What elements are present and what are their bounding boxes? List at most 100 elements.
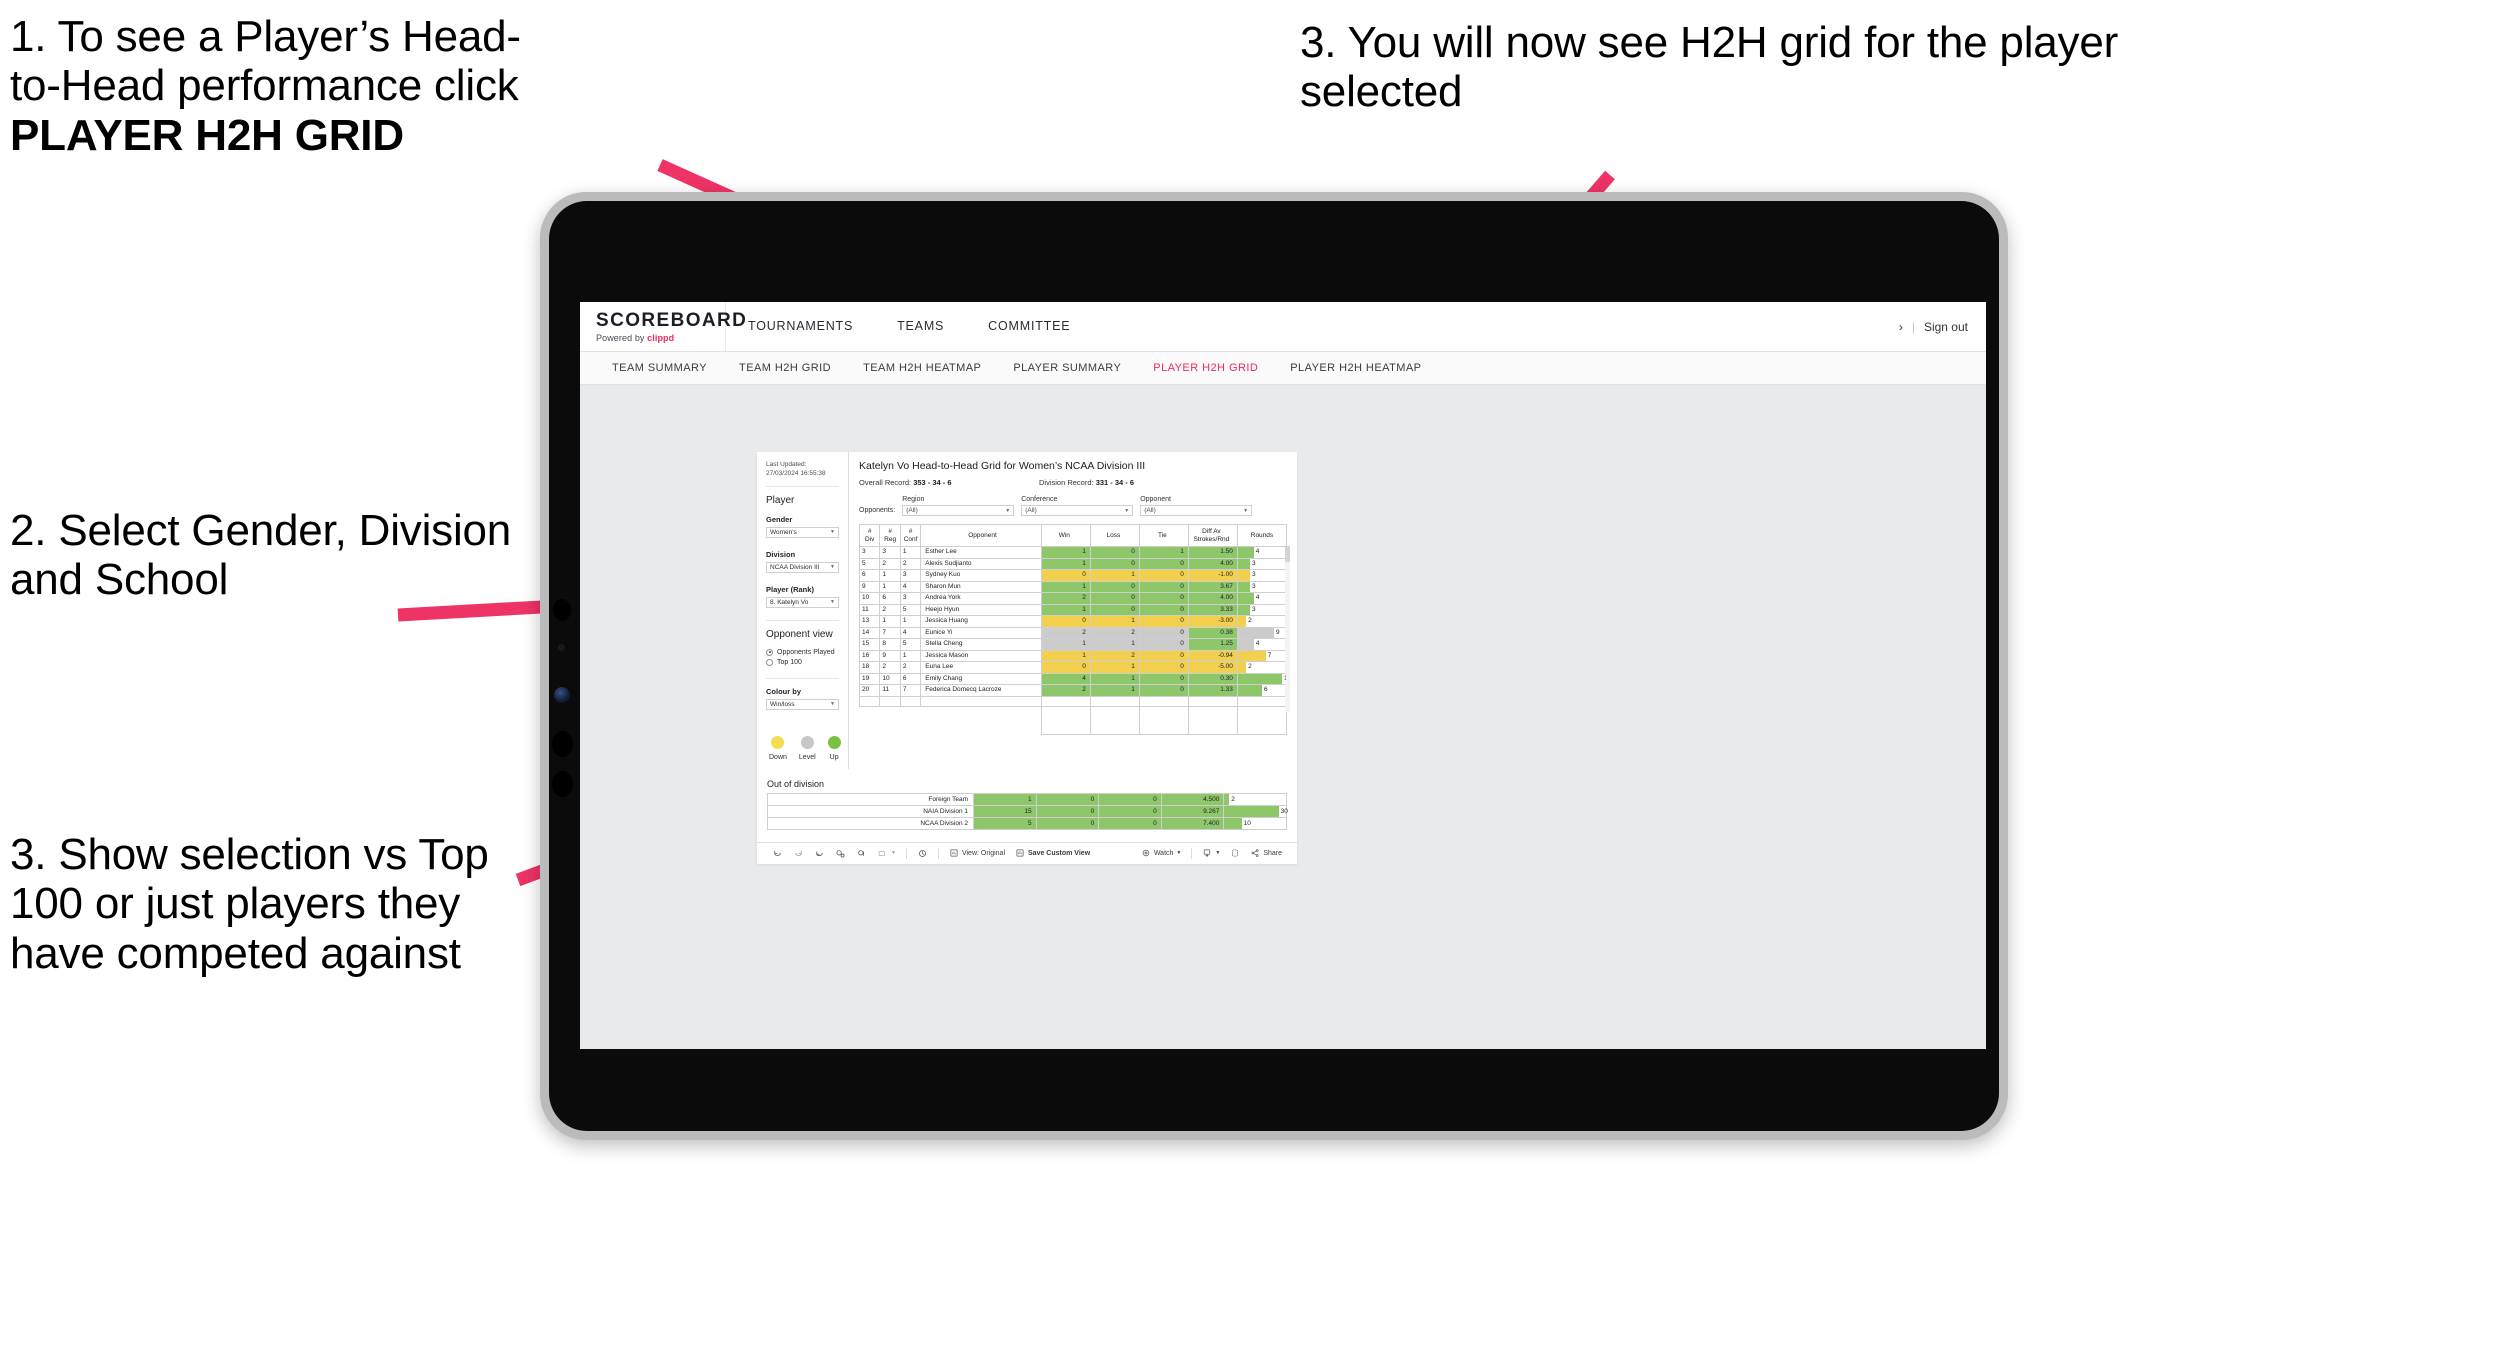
subnav-item-team-summary[interactable]: TEAM SUMMARY [596,362,723,374]
cell-loss: 1 [1089,661,1140,674]
subnav-item-team-h2h-grid[interactable]: TEAM H2H GRID [723,362,847,374]
table-row[interactable]: 11 2 5 Heejo Hyun 1 0 0 3.33 3 [858,603,1288,616]
table-row[interactable]: 5 2 2 Alexis Sudjianto 1 0 0 4.00 3 [858,557,1288,570]
last-updated-text: Last Updated: 27/03/2024 16:55:38 [766,461,826,477]
conference-select[interactable]: (All) ▼ [1021,505,1134,516]
pause-updates-button[interactable] [851,848,872,859]
cell-diff: 7.400 [1160,816,1225,830]
table-header-row: #Div #Reg #Conf Opponent Win Loss Tie [858,524,1288,547]
cell-rounds: 2 [1223,792,1287,806]
toolbar-divider [905,847,907,859]
col-header-win[interactable]: Win [1040,524,1091,547]
subnav-item-player-h2h-heatmap[interactable]: PLAYER H2H HEATMAP [1274,362,1437,374]
legend-item-down: Down [769,735,787,761]
app-header: SCOREBOARD Powered by clippd TOURNAMENTS… [580,302,1986,352]
sensor-icon [554,687,570,703]
table-row[interactable]: 9 1 4 Sharon Mun 1 0 0 3.67 3 [858,580,1288,593]
clear-sheet-button[interactable] [912,848,933,859]
col-header-diff[interactable]: Diff Av Strokes/Rnd [1187,524,1238,547]
subnav-item-team-h2h-heatmap[interactable]: TEAM H2H HEATMAP [847,362,997,374]
cell-reg: 8 [879,638,901,651]
table-row[interactable]: 13 1 1 Jessica Huang 0 1 0 -3.00 2 [858,615,1288,628]
rounds-bar [1238,558,1250,569]
table-row[interactable]: 3 3 1 Esther Lee 1 0 1 1.50 4 [858,546,1288,559]
cell-tie: 0 [1138,661,1189,674]
table-row[interactable]: NCAA Division 2 5 0 0 7.400 10 [766,816,1287,830]
sign-out-link[interactable]: Sign out [1924,320,1968,334]
opponent-filters: Opponents: Region (All) ▼ Conference (Al… [859,496,1287,516]
volume-up-button[interactable] [552,731,573,757]
slide-canvas: 1. To see a Player’s Head- to-Head perfo… [0,0,2512,1352]
col-header-opponent[interactable]: Opponent [920,524,1042,547]
fullscreen-button[interactable] [1225,848,1245,858]
new-worksheet-button[interactable]: ▼ [872,848,901,859]
region-select[interactable]: (All) ▼ [902,505,1015,516]
division-select[interactable]: NCAA Division III ▼ [766,561,839,573]
clear-icon [919,849,926,857]
col-header-rounds[interactable]: Rounds [1236,524,1288,547]
cell-win: 0 [1040,569,1091,582]
table-row[interactable]: 10 6 3 Andrea York 2 0 0 4.00 4 [858,592,1288,605]
table-row[interactable]: 19106Emily Chang4100.3011 [858,672,1288,685]
table-row[interactable]: NAIA Division 1 15 0 0 9.267 30 [766,804,1288,818]
download-button[interactable]: ▼ [1197,848,1225,858]
legend-item-up: Up [827,735,841,761]
cell-diff: 3.67 [1187,580,1238,593]
col-header-reg[interactable]: # Reg [879,524,901,547]
cell-win: 1 [1040,546,1091,559]
cell-loss: 0 [1035,804,1100,818]
chevron-right-icon[interactable]: › [1899,320,1903,334]
table-row[interactable]: 16 9 1 Jessica Mason 1 2 0 -0.94 7 [858,649,1288,662]
cell-rounds: 30 [1223,804,1288,818]
overall-record: Overall Record: 353 - 34 - 6 [859,478,1039,487]
undo-button[interactable] [767,848,788,859]
nav-item-teams[interactable]: TEAMS [875,302,966,351]
division-record-value: 331 - 34 - 6 [1095,478,1135,487]
table-row-partial [858,695,1288,707]
table-row[interactable]: 6 1 3 Sydney Kuo 0 1 0 -1.00 3 [858,569,1288,582]
brand-logo[interactable]: SCOREBOARD Powered by clippd [580,302,746,351]
opponent-select[interactable]: (All) ▼ [1140,505,1253,516]
subnav-item-player-summary[interactable]: PLAYER SUMMARY [997,362,1137,374]
table-row[interactable]: 20 11 7 Federica Domecq Lacroze 2 1 0 1.33 6 [858,684,1288,697]
view-original-button[interactable]: View: Original [944,848,1010,858]
cell-rounds: 7 [1236,649,1288,662]
save-custom-view-button[interactable]: Save Custom View [1010,848,1095,858]
gender-select[interactable]: Women's ▼ [766,526,839,538]
colour-by-select[interactable]: Win/loss ▼ [766,698,839,710]
col-header-conf[interactable]: # Conf [899,524,922,547]
cell-reg [879,695,901,707]
table-row[interactable]: 18 2 2 Euna Lee 0 1 0 -5.00 2 [858,661,1288,674]
out-of-division-title: Out of division [767,778,825,789]
cell-tie: 0 [1138,557,1189,570]
col-header-loss[interactable]: Loss [1089,524,1140,547]
cell-loss: 1 [1089,569,1140,582]
radio-opponents-played[interactable]: Opponents Played [766,648,839,656]
radio-top-100[interactable]: Top 100 [766,658,839,666]
opponent-filter: Opponent (All) ▼ [1140,496,1253,516]
player-rank-select-value: 8. Katelyn Vo [770,598,809,606]
col-header-tie[interactable]: Tie [1138,524,1189,547]
cell-conf: 1 [899,649,922,662]
chevron-down-icon: ▼ [830,529,835,536]
revert-button[interactable] [809,848,830,859]
cell-loss: 0 [1089,546,1140,559]
watch-button[interactable]: Watch ▼ [1136,848,1187,858]
nav-item-tournaments[interactable]: TOURNAMENTS [726,302,875,351]
table-row[interactable]: 15 8 5 Stella Cheng 1 1 0 1.25 4 [858,638,1288,651]
refresh-data-button[interactable] [830,848,851,859]
volume-down-button[interactable] [552,771,573,797]
col-header-div[interactable]: # Div [858,524,881,547]
redo-button[interactable] [788,848,809,859]
subnav-item-player-h2h-grid[interactable]: PLAYER H2H GRID [1137,362,1274,374]
cell-diff: 0.38 [1187,626,1238,639]
cell-div: 13 [858,615,881,628]
share-button[interactable]: Share [1245,848,1287,858]
opponent-label: Opponent [1140,496,1171,503]
speaker-icon [553,599,571,621]
player-rank-select[interactable]: 8. Katelyn Vo ▼ [766,596,839,608]
table-row[interactable]: Foreign Team 1 0 0 4.500 2 [766,792,1287,806]
table-row[interactable]: 14 7 4 Eunice Yi 2 2 0 0.38 9 [858,626,1288,639]
nav-item-committee[interactable]: COMMITTEE [966,302,1092,351]
gender-select-value: Women's [770,528,797,536]
